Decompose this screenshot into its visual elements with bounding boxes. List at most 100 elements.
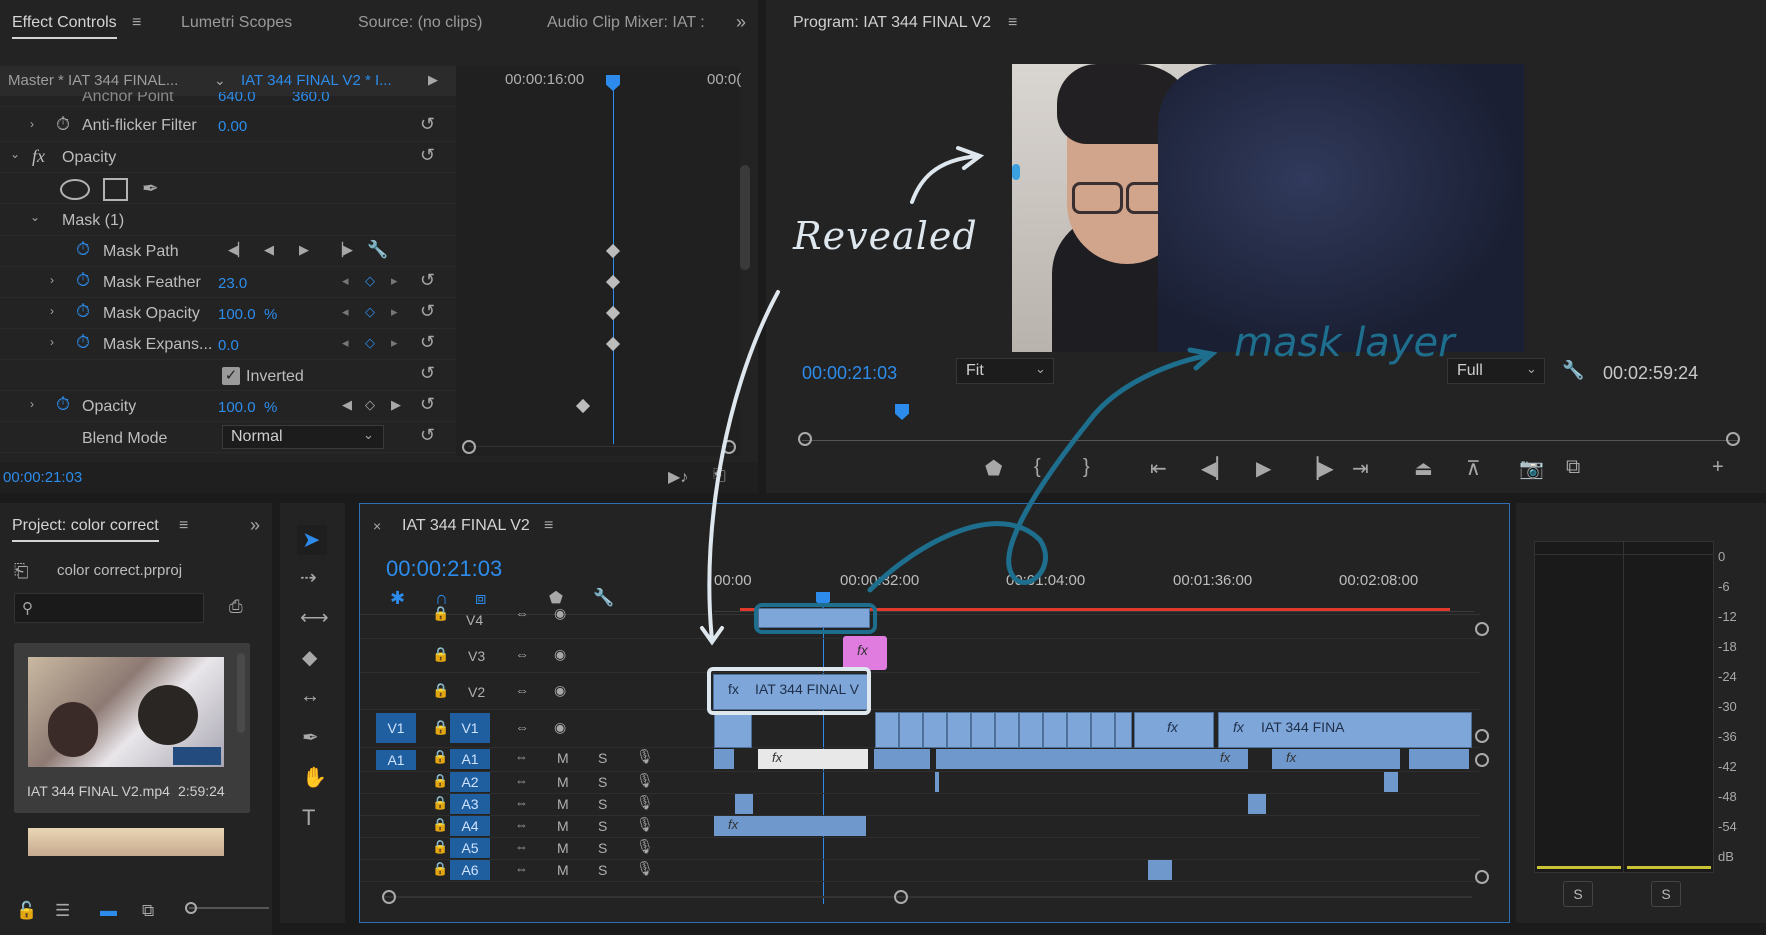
program-scrub-bar[interactable] — [798, 424, 1740, 446]
solo-right-button[interactable]: S — [1651, 881, 1681, 907]
project-scrollbar[interactable] — [237, 653, 245, 733]
stopwatch-icon[interactable]: ⏱ — [56, 394, 70, 415]
project-item-card[interactable]: IAT 344 FINAL V2.mp4 2:59:24 — [14, 643, 250, 813]
expand-chevron-icon[interactable]: › — [50, 335, 54, 349]
reset-icon[interactable]: ↺ — [420, 363, 435, 384]
icon-view-icon[interactable]: ▬ — [100, 901, 117, 921]
add-keyframe-icon[interactable]: ◇ — [365, 304, 375, 320]
project-search-input[interactable]: ⚲ — [14, 593, 204, 623]
ripple-edit-icon[interactable]: ⟷ — [300, 605, 329, 630]
pen-tool-icon[interactable]: ✒ — [302, 725, 319, 750]
panel-overflow-icon[interactable]: » — [250, 515, 260, 536]
stopwatch-icon[interactable]: ⏱ — [76, 301, 90, 322]
audio-clip-selected[interactable]: fx — [758, 749, 868, 769]
stopwatch-icon[interactable]: ⏱ — [76, 239, 90, 260]
eye-icon[interactable]: ◉ — [554, 646, 566, 663]
export-frame-icon[interactable]: 📷 — [1519, 456, 1544, 481]
sync-lock-icon[interactable]: ⇔ — [515, 773, 528, 788]
scroll-handle[interactable] — [1475, 729, 1489, 743]
go-to-out-icon[interactable]: ⇥ — [1352, 456, 1369, 481]
solo-toggle[interactable]: S — [598, 862, 607, 878]
track-target-a5[interactable]: A5 — [450, 838, 490, 858]
lock-icon[interactable]: 🔒 — [432, 605, 449, 622]
stopwatch-icon[interactable]: ⏱ — [76, 332, 90, 353]
prev-keyframe-icon[interactable]: ◂ — [342, 273, 349, 289]
lock-icon[interactable]: 🔒 — [432, 773, 448, 789]
rectangle-mask-icon[interactable] — [103, 178, 128, 201]
track-backward-one-icon[interactable]: ◀▏ — [228, 242, 248, 258]
microphone-icon[interactable]: 🎙 — [636, 860, 654, 877]
project-item-thumbnail-2[interactable] — [28, 828, 224, 856]
reset-icon[interactable]: ↺ — [420, 332, 435, 353]
go-to-in-icon[interactable]: ⇤ — [1150, 456, 1167, 481]
clip-v1-d[interactable]: fx IAT 344 FINA — [1218, 712, 1472, 748]
play-audio-icon[interactable]: ▶♪ — [668, 467, 688, 487]
sync-lock-icon[interactable]: ⇔ — [515, 682, 529, 698]
lock-icon[interactable]: 🔒 — [432, 839, 448, 855]
audio-clip[interactable] — [1409, 749, 1469, 769]
stopwatch-icon[interactable]: ⏱ — [56, 114, 70, 135]
timeline-zoom-bar[interactable] — [382, 890, 1472, 904]
prev-keyframe-icon[interactable]: ◂ — [342, 335, 349, 351]
audio-clip[interactable]: fx — [1204, 749, 1248, 769]
list-view-icon[interactable]: ☰ — [55, 901, 70, 921]
timeline-timecode[interactable]: 00:00:21:03 — [386, 556, 502, 582]
blend-mode-dropdown[interactable]: Normal ⌄ — [222, 425, 384, 449]
solo-toggle[interactable]: S — [598, 774, 607, 790]
hand-tool-icon[interactable]: ✋ — [302, 765, 327, 790]
wrench-icon[interactable]: 🔧 — [593, 588, 614, 608]
next-keyframe-icon[interactable]: ▶ — [391, 397, 401, 413]
reset-icon[interactable]: ↺ — [420, 301, 435, 322]
track-target-a6[interactable]: A6 — [450, 860, 490, 880]
sync-lock-icon[interactable]: ⇔ — [515, 605, 529, 621]
add-marker-icon[interactable]: ⬟ — [985, 456, 1002, 481]
wrench-icon[interactable]: 🔧 — [367, 240, 388, 260]
play-only-clip-icon[interactable]: ▶ — [428, 72, 438, 88]
lock-icon[interactable]: 🔓 — [16, 901, 37, 921]
next-keyframe-icon[interactable]: ▸ — [391, 335, 398, 351]
sequence-label[interactable]: IAT 344 FINAL V2 * I... — [241, 72, 392, 89]
comparison-view-icon[interactable]: ⧉ — [1566, 456, 1580, 479]
lock-icon[interactable]: 🔒 — [432, 719, 449, 736]
eye-icon[interactable]: ◉ — [554, 719, 566, 736]
program-timecode[interactable]: 00:00:21:03 — [802, 363, 897, 384]
microphone-icon[interactable]: 🎙 — [636, 816, 654, 833]
extract-icon[interactable]: ⊼ — [1466, 456, 1481, 481]
solo-left-button[interactable]: S — [1563, 881, 1593, 907]
collapse-chevron-icon[interactable]: ⌄ — [10, 147, 20, 161]
inverted-checkbox[interactable]: ✓ — [222, 367, 240, 385]
scroll-handle[interactable] — [1475, 622, 1489, 636]
track-select-icon[interactable]: ⇢ — [300, 565, 317, 590]
keyframe-area[interactable] — [456, 66, 740, 456]
mask-feather-value[interactable]: 23.0 — [218, 275, 247, 292]
tab-effect-controls[interactable]: Effect Controls — [12, 14, 117, 39]
audio-clip[interactable]: fx — [1272, 749, 1400, 769]
antiflicker-value[interactable]: 0.00 — [218, 118, 247, 135]
pen-mask-icon[interactable]: ✒ — [142, 176, 159, 201]
tab-lumetri-scopes[interactable]: Lumetri Scopes — [181, 14, 292, 32]
tab-audio-clip-mixer[interactable]: Audio Clip Mixer: IAT : — [547, 14, 705, 32]
expand-chevron-icon[interactable]: › — [30, 117, 34, 131]
mute-toggle[interactable]: M — [557, 774, 569, 790]
panel-menu-icon[interactable]: ≡ — [544, 517, 553, 535]
step-back-icon[interactable]: ◀▏ — [1201, 456, 1232, 481]
mute-toggle[interactable]: M — [557, 818, 569, 834]
mark-in-icon[interactable]: { — [1034, 456, 1041, 479]
find-icon[interactable]: ⎙ — [229, 597, 243, 617]
opacity-value[interactable]: 100.0 — [218, 399, 256, 416]
expand-chevron-icon[interactable]: › — [50, 304, 54, 318]
program-video-frame[interactable] — [1012, 64, 1524, 352]
razor-icon[interactable]: ◆ — [302, 645, 317, 670]
lock-icon[interactable]: 🔒 — [432, 795, 448, 811]
lock-icon[interactable]: 🔒 — [432, 682, 449, 699]
fit-dropdown[interactable]: Fit ⌄ — [956, 358, 1054, 384]
panel-menu-icon[interactable]: ≡ — [179, 517, 188, 535]
scroll-handle[interactable] — [1475, 870, 1489, 884]
reset-icon[interactable]: ↺ — [420, 114, 435, 135]
nest-icon[interactable]: ✱ — [390, 588, 405, 609]
sync-lock-icon[interactable]: ⇔ — [515, 817, 528, 832]
clip-v1-a[interactable] — [714, 712, 752, 748]
next-keyframe-icon[interactable]: ▸ — [391, 273, 398, 289]
sync-lock-icon[interactable]: ⇔ — [515, 646, 529, 662]
solo-toggle[interactable]: S — [598, 840, 607, 856]
